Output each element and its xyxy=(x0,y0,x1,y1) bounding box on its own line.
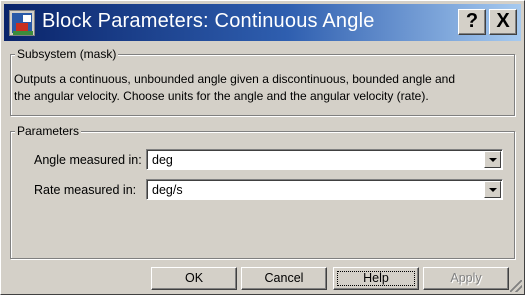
chevron-down-icon[interactable] xyxy=(484,181,501,198)
close-button[interactable]: X xyxy=(489,9,517,35)
rate-units-dropdown[interactable]: deg/s xyxy=(146,179,503,200)
apply-button: Apply xyxy=(423,267,509,290)
context-help-button[interactable]: ? xyxy=(458,9,486,35)
simulink-block-icon xyxy=(9,10,35,36)
rate-units-label: Rate measured in: xyxy=(34,183,137,197)
mask-description-line: Outputs a continuous, unbounded angle gi… xyxy=(14,72,456,86)
angle-units-label: Angle measured in: xyxy=(34,153,142,167)
chevron-down-icon[interactable] xyxy=(484,151,501,168)
parameters-group-label: Parameters xyxy=(15,124,82,138)
resize-grip-icon[interactable] xyxy=(510,280,522,292)
mask-group-label: Subsystem (mask) xyxy=(15,47,119,61)
block-parameters-dialog: Block Parameters: Continuous Angle ? X S… xyxy=(0,0,525,295)
help-button[interactable]: Help xyxy=(333,267,419,290)
angle-units-dropdown[interactable]: deg xyxy=(146,149,503,170)
angle-units-value: deg xyxy=(152,153,173,167)
rate-units-value: deg/s xyxy=(152,183,183,197)
window-title: Block Parameters: Continuous Angle xyxy=(42,10,375,32)
cancel-button[interactable]: Cancel xyxy=(241,267,327,290)
title-bar[interactable]: Block Parameters: Continuous Angle ? X xyxy=(4,4,521,41)
ok-button[interactable]: OK xyxy=(151,267,237,290)
mask-description: Outputs a continuous, unbounded angle gi… xyxy=(14,71,504,105)
mask-description-line: the angular velocity. Choose units for t… xyxy=(14,89,429,103)
